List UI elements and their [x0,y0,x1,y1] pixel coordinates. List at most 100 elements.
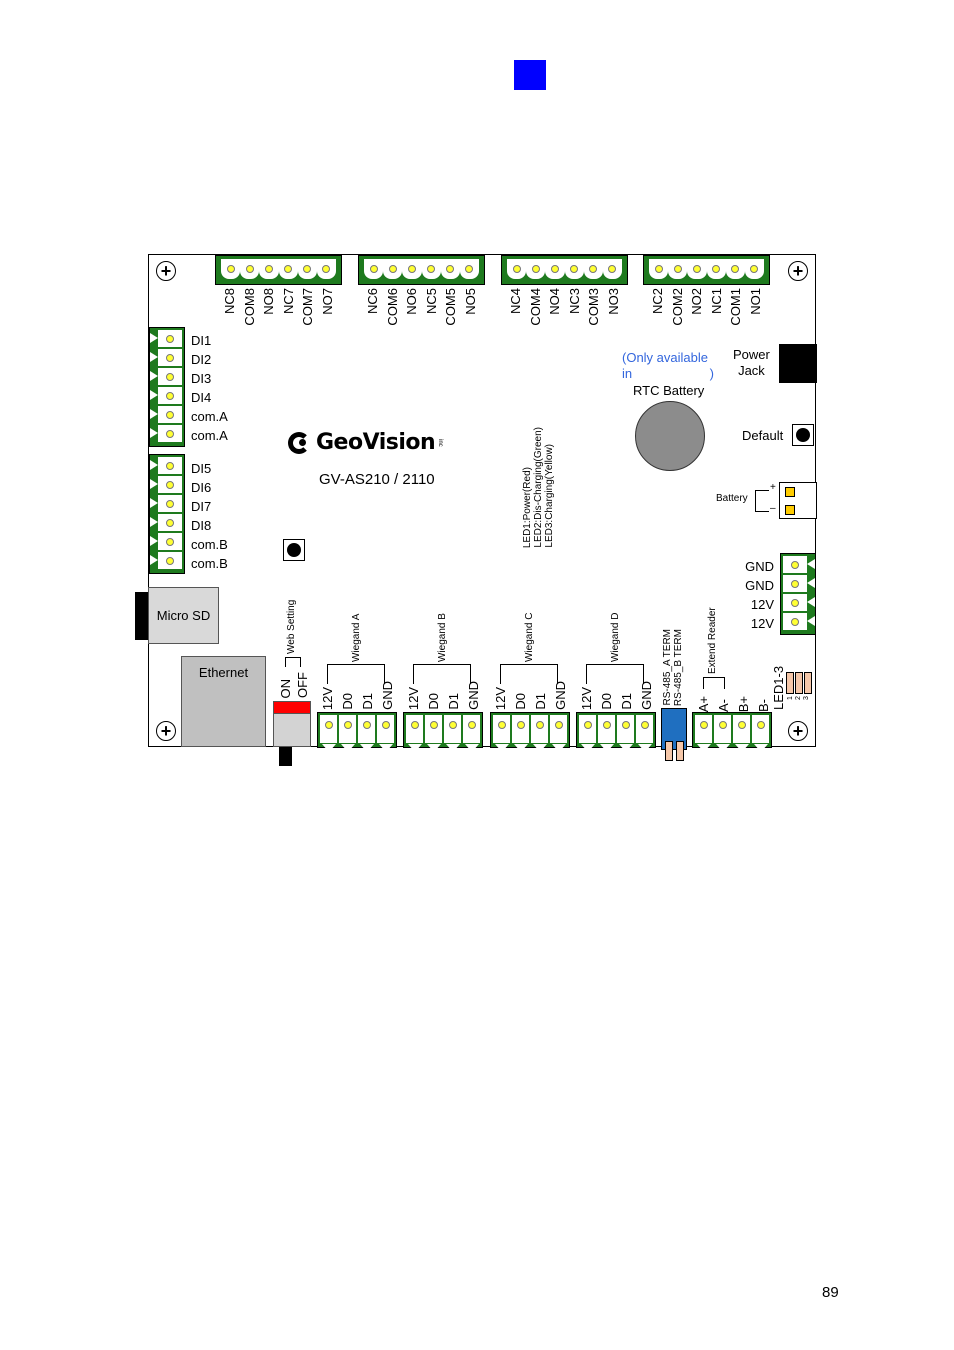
wiegand-connector [576,712,656,748]
switch-on-label: ON [278,678,293,699]
rtc-note-fragment: in [622,366,633,381]
di-connector-b [149,454,185,574]
pin-label: NO3 [605,288,621,315]
terminal-pin [550,715,567,743]
wiegand-connector [317,712,397,748]
di-connector-a [149,327,185,447]
pin-label: 12V [578,686,594,710]
web-setting-button[interactable] [283,539,305,561]
led-legend-item: LED3:Charging(Yellow) [544,444,555,548]
led-legend: LED1:Power(Red) LED2:Dis-Charging(Green)… [522,414,555,548]
terminal-pin [377,715,394,743]
pin-label: COM4 [527,288,543,326]
pin-label: 12V [405,686,421,710]
pin-label: COM5 [443,288,459,326]
terminal-pin [579,715,596,743]
geovision-logo: GeoVision inc [288,430,443,455]
pin-label: D0 [339,693,355,710]
terminal-pin [402,259,422,279]
led-block-label: LED1-3 [771,665,786,710]
relay-pin-labels: NC8 COM8 NO8 NC7 COM7 NO7 [220,288,337,328]
terminal-pin [744,259,765,279]
micro-sd-slot: Micro SD [148,587,219,644]
terminal-pin [706,259,726,279]
terminal-pin [531,715,548,743]
terminal-pin [725,259,745,279]
default-label: Default [742,428,784,443]
rtc-battery-label: RTC Battery [633,383,705,398]
pin-label: NO4 [547,288,563,315]
terminal-pin [526,259,546,279]
rtc-battery-cell [635,401,705,471]
power-pin-labels: GND GND 12V 12V [743,557,774,633]
terminal-pin [649,259,669,279]
mounting-screw-icon: + [156,721,176,741]
pin-label: NC2 [650,288,666,315]
pin-label: A+ [695,695,711,712]
pin-label: NC4 [508,288,524,315]
pin-label: NC8 [222,288,238,315]
section-marker [514,60,546,90]
battery-bracket [755,490,769,512]
label-line: Power [733,347,770,362]
extend-pin-labels: A+ A- B+ B- [693,690,773,712]
status-leds [786,672,812,694]
terminal-pin [364,259,384,279]
relay-connector [215,255,342,285]
extend-reader-connector [692,712,772,748]
rs485-labels: RS-485_A TERM RS-485_B TERM [662,620,684,706]
pin-label: 12V [492,686,508,710]
pin-label: com.B [191,537,228,552]
pin-label: DI5 [191,461,212,476]
pin-label: COM7 [300,288,316,326]
relay-connector [358,255,485,285]
pin-label: GND [465,681,481,710]
terminal-pin [507,259,527,279]
pin-label: DI2 [191,352,212,367]
micro-sd-slot-edge [135,592,149,640]
pin-label: NO8 [261,288,277,315]
pin-label: D0 [512,693,528,710]
led-legend-item: LED1:Power(Red) [522,466,533,548]
terminal-pin [598,715,615,743]
switch-labels: ON OFF [278,668,310,698]
relay-pin-labels: NC6 COM6 NO6 NC5 COM5 NO5 [363,288,480,328]
pin-label: DI6 [191,480,212,495]
wiegand-pin-labels: 12V D0 D1 GND [403,680,483,710]
rtc-note-line: (Only available [622,350,708,365]
terminal-pin [406,715,423,743]
pin-label: NC1 [708,288,724,315]
pin-label: GND [638,681,654,710]
pin-label: GND [745,559,774,574]
pin-label: NO2 [689,288,705,315]
terminal-pin [240,259,260,279]
web-setting-switch[interactable] [273,701,311,747]
led-numbers: 1 2 3 [787,694,810,701]
power-jack [779,344,817,383]
pin-label: GND [745,578,774,593]
terminal-pin [421,259,441,279]
led-indicator [804,672,812,694]
wiegand-pin-labels: 12V D0 D1 GND [317,680,397,710]
terminal-pin [668,259,688,279]
pin-label: COM8 [241,288,257,326]
pin-label: 12V [750,616,774,631]
mounting-screw-icon: + [788,721,808,741]
di-labels-b: DI5 DI6 DI7 DI8 com.B com.B [191,459,228,573]
pin-label: GND [552,681,568,710]
pin-label: D1 [445,693,461,710]
pin-label: NO7 [319,288,335,315]
default-button[interactable] [792,424,814,446]
switch-off-label: OFF [295,672,310,698]
pin-label: DI3 [191,371,212,386]
di-labels-a: DI1 DI2 DI3 DI4 com.A com.A [191,331,228,445]
jumper-pin [665,741,673,761]
pin-label: D1 [532,693,548,710]
pin-label: NO5 [462,288,478,315]
ethernet-label: Ethernet [198,665,249,680]
extend-reader-bracket [703,677,725,689]
pin-label: A- [715,699,731,712]
pin-label: 12V [319,686,335,710]
battery-plus-label: + [770,482,776,493]
pin-label: com.A [191,409,228,424]
